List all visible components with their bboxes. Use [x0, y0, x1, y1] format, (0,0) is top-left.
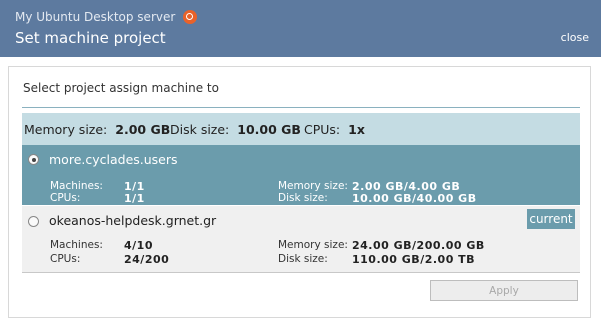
project-name: okeanos-helpdesk.grnet.gr	[49, 213, 217, 228]
prompt-text: Select project assign machine to	[23, 81, 219, 95]
cpus-value: 1/1	[124, 192, 145, 205]
memory-label: Memory size:	[278, 180, 348, 192]
machines-value: 4/10	[124, 239, 153, 252]
dialog-title: Set machine project	[15, 29, 166, 47]
machine-name: My Ubuntu Desktop server	[15, 10, 176, 24]
divider	[22, 107, 580, 108]
project-panel: Select project assign machine to Memory …	[8, 66, 591, 318]
machines-label: Machines:	[50, 239, 103, 251]
project-row-okeanos-helpdesk[interactable]: okeanos-helpdesk.grnet.gr current Machin…	[22, 206, 580, 273]
cpus-summary: CPUs: 1x	[304, 122, 365, 137]
dialog-subtitle-row: My Ubuntu Desktop server	[15, 10, 198, 24]
cpus-value: 24/200	[124, 253, 170, 266]
memory-label: Memory size:	[278, 239, 348, 251]
disk-value: 110.00 GB/2.00 TB	[352, 253, 476, 266]
cpus-label: CPUs:	[304, 122, 341, 137]
dialog-header: My Ubuntu Desktop server Set machine pro…	[0, 0, 601, 57]
project-radio[interactable]	[28, 154, 39, 165]
machine-summary: Memory size: 2.00 GB Disk size: 10.00 GB…	[22, 113, 580, 145]
close-button[interactable]: close	[561, 31, 589, 44]
ubuntu-icon	[183, 10, 198, 24]
cpus-value: 1x	[348, 122, 365, 137]
project-name: more.cyclades.users	[49, 152, 178, 167]
project-row-more-cyclades-users[interactable]: more.cyclades.users Machines: 1/1 CPUs: …	[22, 145, 580, 205]
cpus-label: CPUs:	[50, 253, 81, 265]
cpus-label: CPUs:	[50, 192, 81, 204]
disk-value: 10.00 GB	[237, 122, 301, 137]
memory-summary: Memory size: 2.00 GB	[24, 122, 170, 137]
memory-value: 24.00 GB/200.00 GB	[352, 239, 485, 252]
memory-value: 2.00 GB	[115, 122, 171, 137]
memory-label: Memory size:	[24, 122, 108, 137]
project-radio[interactable]	[28, 216, 39, 227]
disk-label: Disk size:	[170, 122, 230, 137]
apply-button[interactable]: Apply	[430, 280, 578, 301]
disk-summary: Disk size: 10.00 GB	[170, 122, 301, 137]
disk-label: Disk size:	[278, 192, 328, 204]
machines-label: Machines:	[50, 180, 103, 192]
disk-value: 10.00 GB/40.00 GB	[352, 192, 477, 205]
disk-label: Disk size:	[278, 253, 328, 265]
current-badge: current	[527, 209, 575, 229]
